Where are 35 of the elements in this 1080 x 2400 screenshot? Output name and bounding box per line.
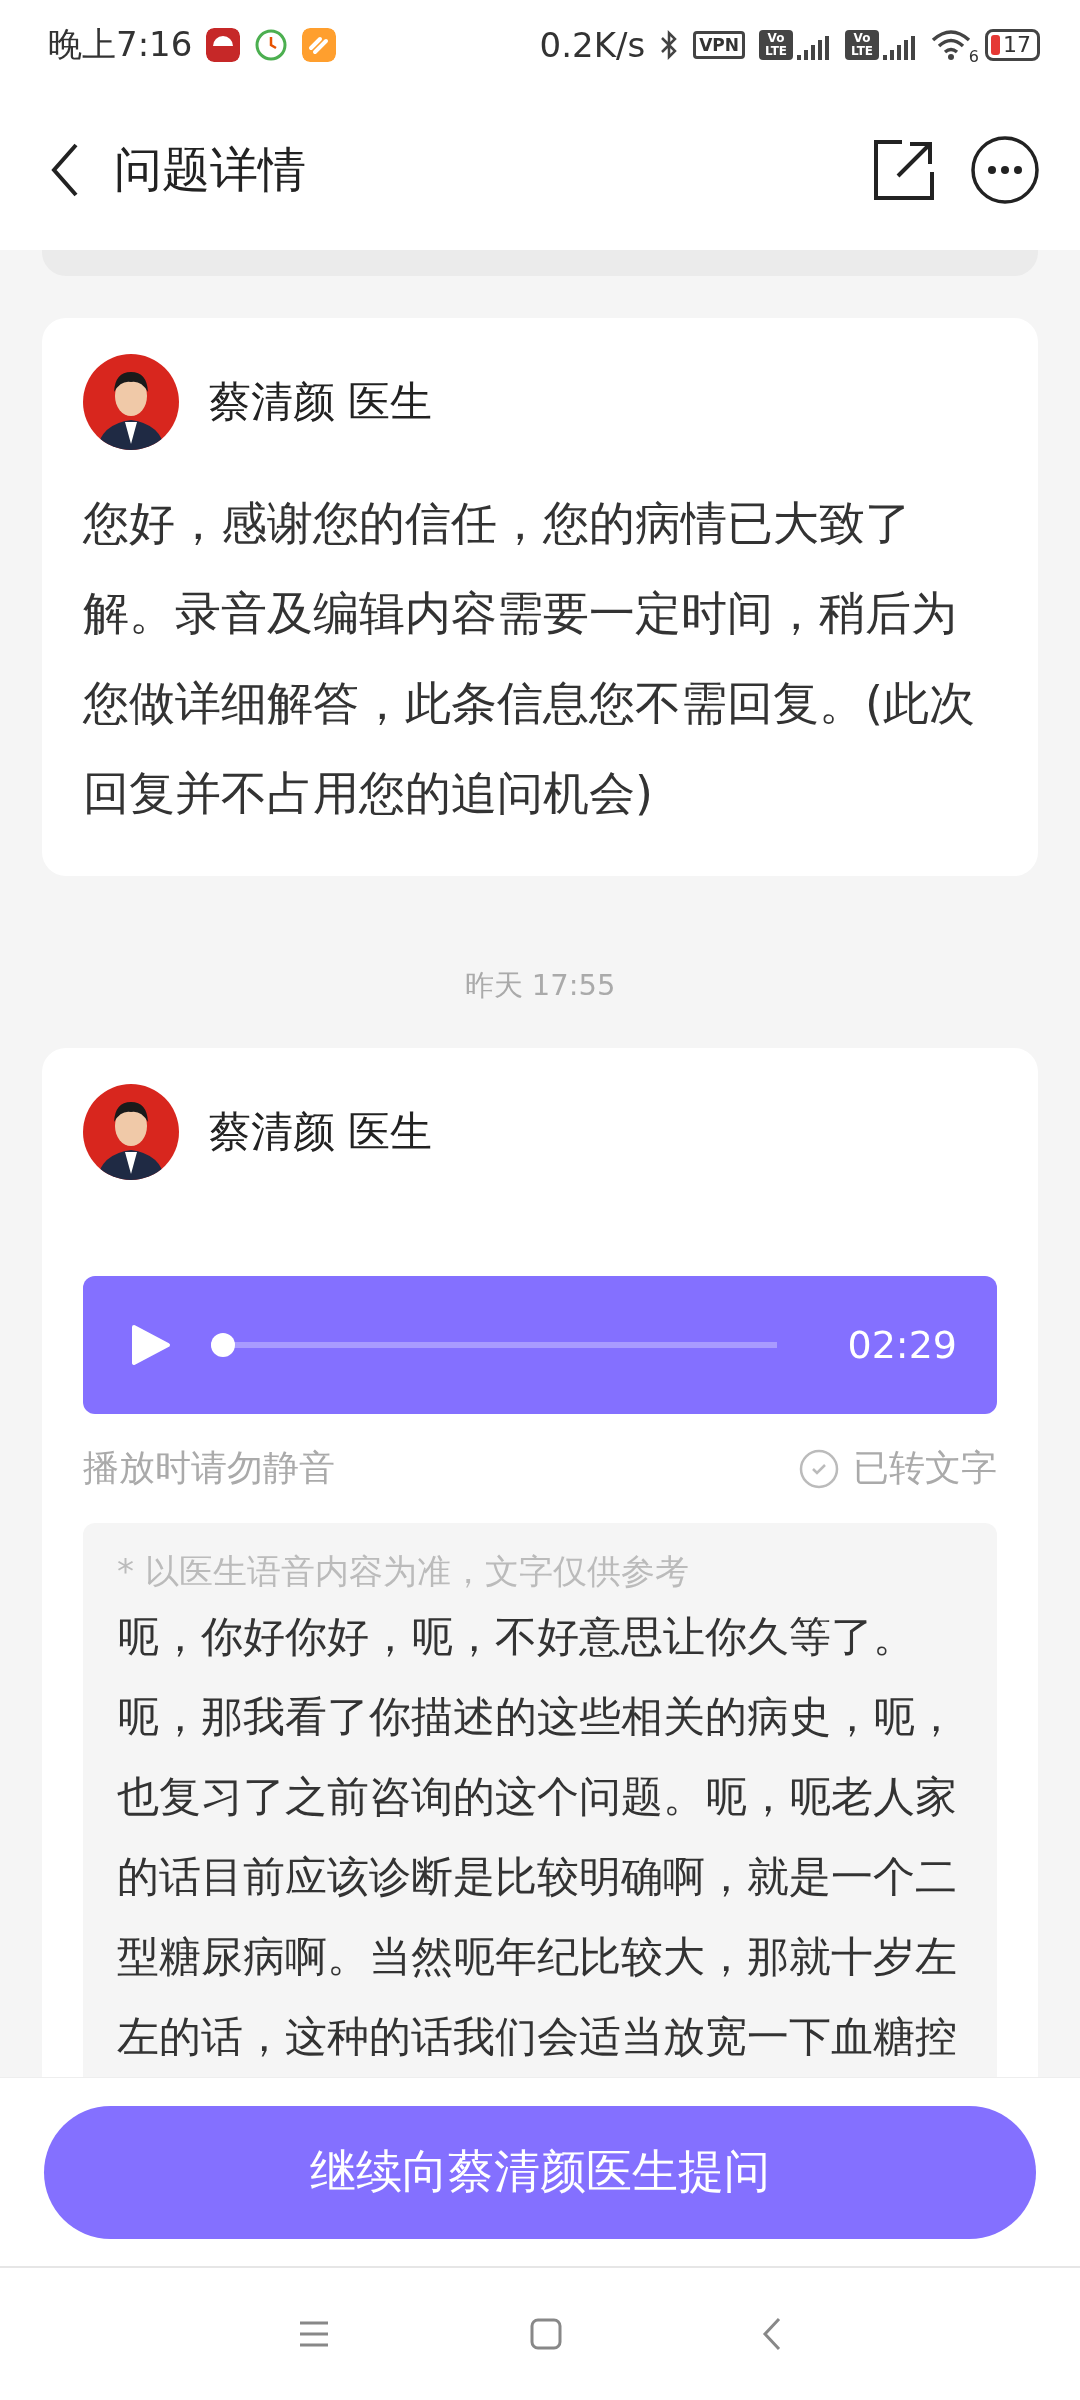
signal-icon: [797, 36, 831, 60]
clock-app-icon: [254, 28, 289, 62]
clock: 晚上7:16: [48, 23, 193, 66]
transcribed-label: 已转文字: [853, 1446, 997, 1490]
wifi-label: 6: [968, 47, 979, 66]
vpn-badge: VPN: [693, 31, 745, 59]
battery-level: 17: [1003, 33, 1031, 57]
timestamp: 昨天 17:55: [464, 967, 616, 1004]
volte-badge: Vo LTE: [759, 30, 793, 60]
network-speed: 0.2K/s: [539, 25, 646, 65]
home-icon[interactable]: [530, 2318, 562, 2350]
play-icon[interactable]: [131, 1324, 171, 1366]
share-icon[interactable]: [872, 138, 936, 202]
ask-button[interactable]: 继续向蔡清颜医生提问: [44, 2105, 1036, 2239]
back-icon[interactable]: [50, 142, 80, 198]
app-notification-icon: [206, 28, 241, 62]
doctor-name: 蔡清颜 医生: [209, 1106, 433, 1158]
transcript-text: 呃，你好你好，呃，不好意思让你久等了。: [117, 1611, 916, 1663]
doctor-name: 蔡清颜 医生: [209, 376, 433, 428]
check-circle-icon: [799, 1448, 839, 1489]
more-icon[interactable]: [970, 135, 1040, 205]
volte-badge: Vo LTE: [845, 30, 879, 60]
wifi-icon: [931, 30, 971, 60]
signal-icon: [883, 36, 917, 60]
page-title: 问题详情: [114, 140, 307, 199]
mute-hint: 播放时请勿静音: [83, 1446, 335, 1490]
transcript-text: 呃，那我看了你描述的这些相关的病史，呃，也复习了之前咨询的这个问题。呃，呃老人家的话目前应该诊断是比较明确啊，就是一个二型糖尿病啊。当然呃年纪比较大，那就十岁左左的话，这种的话我们会适当放宽一下血糖控: [117, 1691, 958, 2063]
progress-thumb[interactable]: [211, 1333, 235, 1357]
transcript-note: * 以医生语音内容为准，文字仅供参考: [117, 1550, 690, 1593]
audio-player[interactable]: 02:29: [83, 1276, 997, 1414]
duration: 02:29: [847, 1323, 957, 1367]
message-text: 您好，感谢您的信任，您的病情已大致了解。录音及编辑内容需要一定时间，稍后为您做详细解答，此条信息您不需回复。(此次回复并不占用您的追问机会): [83, 495, 976, 822]
battery-fill: [991, 35, 1000, 55]
menu-icon[interactable]: [298, 2320, 330, 2348]
app-notification-icon: [302, 28, 337, 62]
